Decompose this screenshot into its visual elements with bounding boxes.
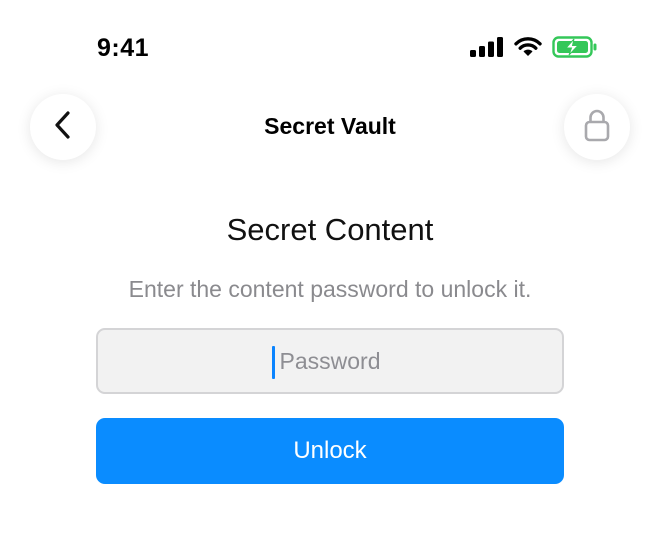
text-caret [272,346,275,379]
nav-title: Secret Vault [264,113,396,139]
status-icons [470,36,598,63]
content-subtitle: Enter the content password to unlock it. [128,276,532,302]
password-field[interactable] [96,328,564,394]
password-input[interactable] [98,330,562,392]
cellular-signal-icon [470,37,504,62]
wifi-icon [514,37,542,62]
lock-icon [584,108,610,147]
battery-charging-icon [552,36,598,63]
status-time: 9:41 [97,34,150,62]
lock-button[interactable] [564,94,630,160]
content-title: Secret Content [226,212,434,247]
unlock-button[interactable]: Unlock [96,418,564,484]
secret-vault-screen: 9:41 Secret Vault Secret Content Enter t… [0,0,660,545]
